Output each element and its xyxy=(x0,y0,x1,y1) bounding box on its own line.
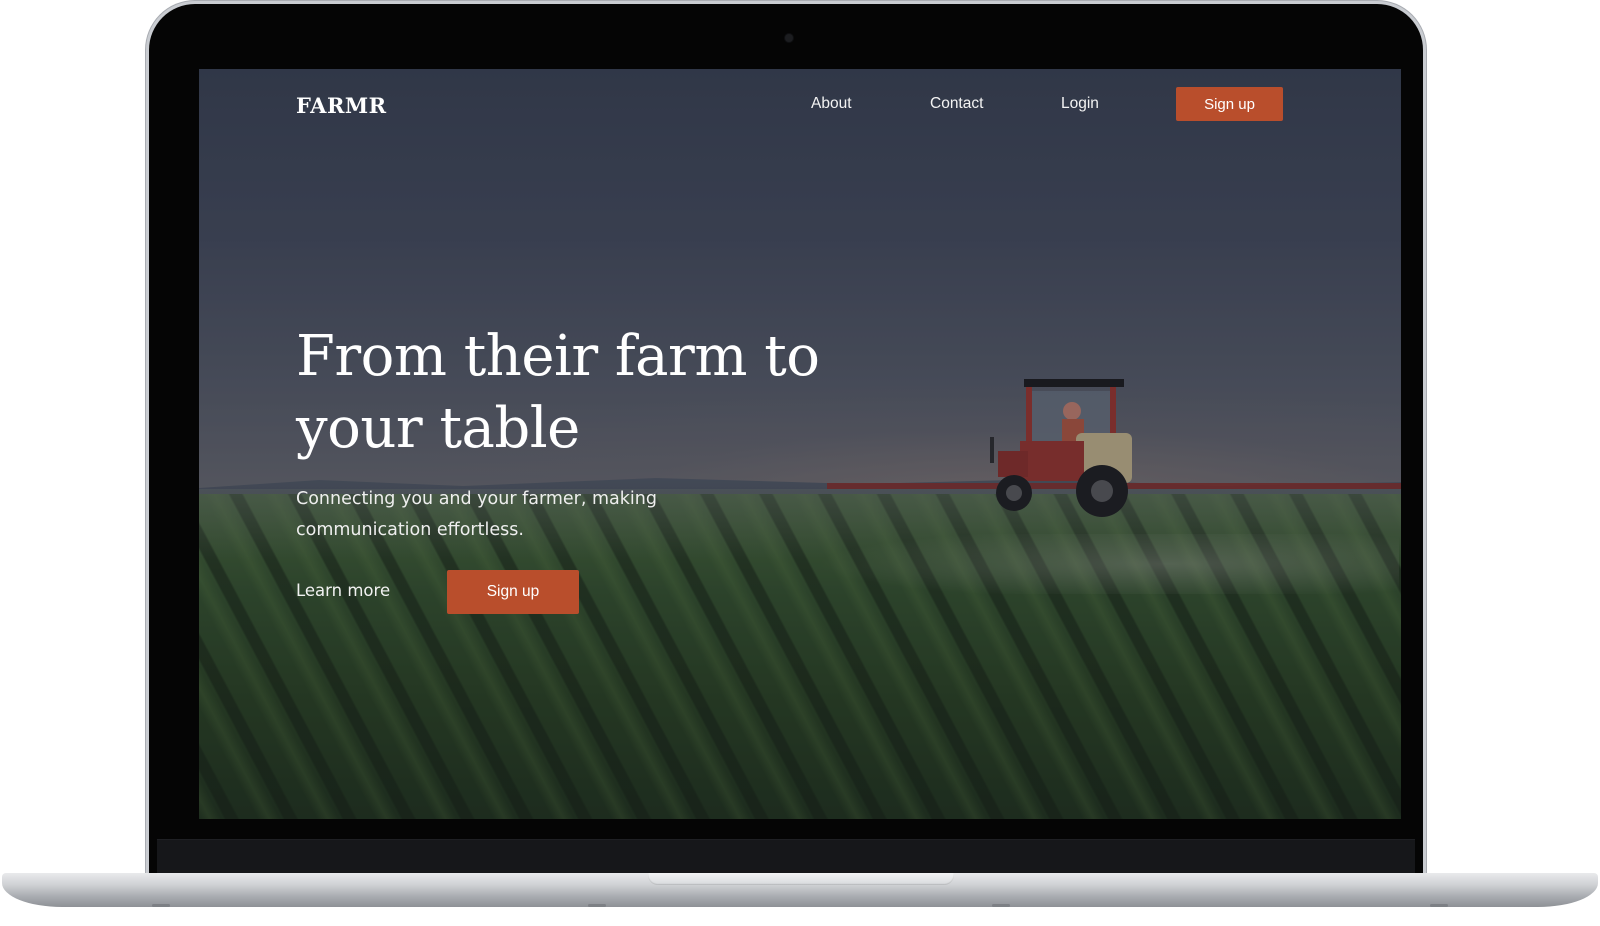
laptop-foot xyxy=(152,904,170,907)
hero-subtitle: Connecting you and your farmer, making c… xyxy=(296,489,657,540)
learn-more-link[interactable]: Learn more xyxy=(296,581,390,600)
bottom-bezel xyxy=(157,839,1415,876)
hero-title: From their farm to your table xyxy=(296,324,820,461)
laptop-foot xyxy=(588,904,606,907)
site-logo[interactable]: FARMR xyxy=(296,93,387,118)
nav-link-about[interactable]: About xyxy=(811,95,852,113)
laptop-hinge-notch xyxy=(648,873,954,885)
hero-signup-button[interactable]: Sign up xyxy=(447,570,579,614)
nav-signup-button[interactable]: Sign up xyxy=(1176,87,1283,121)
laptop-foot xyxy=(1430,904,1448,907)
nav-link-contact[interactable]: Contact xyxy=(930,95,983,113)
website-screen: FARMR About Contact Login Sign up From t… xyxy=(199,69,1401,819)
laptop-foot xyxy=(992,904,1010,907)
nav-link-login[interactable]: Login xyxy=(1061,95,1099,113)
laptop-mockup: FARMR About Contact Login Sign up From t… xyxy=(0,0,1600,926)
camera-dot-icon xyxy=(785,34,793,42)
